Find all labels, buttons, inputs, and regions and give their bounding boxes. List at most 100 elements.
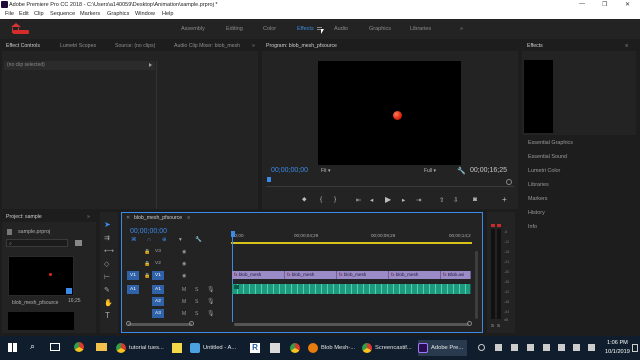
track-select-tool-icon[interactable]: ⇉	[104, 234, 110, 242]
marker-icon[interactable]: ⬥	[302, 196, 307, 204]
mute-icon[interactable]: M	[182, 287, 186, 293]
video-clip[interactable]: fx Blob.avi	[441, 271, 471, 279]
program-timecode[interactable]: 00;00;00;00	[271, 167, 308, 174]
mic-icon[interactable]: 🎙	[207, 298, 215, 305]
mute-icon[interactable]: M	[182, 299, 186, 305]
timeline-h-scrollbar[interactable]	[128, 323, 192, 326]
go-to-in-icon[interactable]: ⇤	[356, 196, 361, 204]
task-view-icon[interactable]	[50, 343, 60, 351]
menu-markers[interactable]: Markers	[80, 11, 100, 17]
chrome-icon[interactable]	[290, 343, 300, 353]
video-clip[interactable]: fx blob_mesh	[232, 271, 285, 279]
timeline-settings-icon[interactable]: 🔧	[195, 237, 202, 243]
panel-history[interactable]: History	[528, 210, 545, 216]
notification-icon[interactable]	[632, 344, 638, 352]
windows-start-icon[interactable]	[8, 343, 17, 352]
tray-icon[interactable]	[511, 344, 518, 351]
mark-in-icon[interactable]: {	[320, 196, 322, 203]
project-clip-thumbnail[interactable]	[8, 256, 74, 296]
eye-icon[interactable]: ◉	[182, 273, 186, 279]
file-explorer-icon[interactable]	[96, 343, 107, 351]
camera-icon[interactable]: ◙	[473, 196, 477, 203]
lock-icon[interactable]: 🔒	[144, 261, 150, 267]
sequence-tab[interactable]: blob_mesh_pfsource	[134, 215, 182, 221]
play-only-icon[interactable]	[149, 63, 152, 67]
solo-icon[interactable]: S	[195, 311, 198, 317]
tab-overflow[interactable]: »	[252, 43, 255, 49]
project-search-input[interactable]: ⌕	[6, 239, 68, 247]
panel-markers[interactable]: Markers	[528, 196, 547, 202]
timeline-timecode[interactable]: 00;00;00;00	[130, 228, 167, 235]
program-title[interactable]: Program: blob_mesh_pfsource	[266, 43, 337, 49]
track-scroll-handle-right[interactable]	[467, 321, 472, 326]
go-to-out-icon[interactable]: ⇥	[416, 196, 421, 204]
taskbar-app-5-active[interactable]: Adobe Pre...	[418, 340, 468, 356]
scroll-handle-left[interactable]	[126, 321, 131, 326]
workspace-libraries[interactable]: Libraries	[410, 26, 431, 32]
menu-clip[interactable]: Clip	[34, 11, 44, 17]
wrench-icon[interactable]: 🔧	[457, 167, 466, 175]
chrome-icon[interactable]	[74, 342, 84, 352]
solo-left-button[interactable]: S	[491, 323, 494, 328]
tab-audio-clip-mixer[interactable]: Audio Clip Mixer: blob_mesh	[174, 43, 240, 49]
sequence-menu-icon[interactable]: ≡	[187, 215, 190, 221]
panel-essential-sound[interactable]: Essential Sound	[528, 154, 567, 160]
solo-right-button[interactable]: S	[497, 323, 500, 328]
snap-icon[interactable]: ∩	[147, 237, 151, 243]
pen-tool-icon[interactable]: ✎	[104, 286, 110, 294]
tray-icon[interactable]	[588, 344, 595, 351]
project-second-thumbnail[interactable]	[8, 312, 74, 330]
maximize-button[interactable]: ❐	[602, 1, 607, 8]
ripple-edit-tool-icon[interactable]: ⟷	[104, 247, 114, 255]
workspace-assembly[interactable]: Assembly	[181, 26, 205, 32]
mark-out-icon[interactable]: }	[334, 196, 336, 203]
mute-icon[interactable]: M	[182, 311, 186, 317]
tab-lumetri-scopes[interactable]: Lumetri Scopes	[60, 43, 96, 49]
taskbar-app-1[interactable]: tutorial tues...	[116, 340, 164, 356]
tray-icon[interactable]	[527, 344, 534, 351]
project-title[interactable]: Project: sample	[6, 214, 42, 220]
razor-tool-icon[interactable]: ◇	[104, 260, 109, 268]
add-marker-icon[interactable]: ▾	[179, 237, 182, 243]
menu-help[interactable]: Help	[162, 11, 174, 17]
extract-icon[interactable]: ⇩	[453, 196, 458, 204]
tray-icon[interactable]	[478, 344, 485, 351]
timeline-ruler[interactable]: 00;00 00;00;04;29 00;00;09;29 00;00;14;2	[231, 231, 482, 245]
workspace-overflow[interactable]: »	[460, 26, 463, 32]
panel-info[interactable]: Info	[528, 224, 537, 230]
eye-icon[interactable]: ◉	[182, 249, 186, 255]
lock-icon[interactable]: 🔒	[144, 249, 150, 255]
hand-tool-icon[interactable]: ✋	[104, 299, 113, 307]
eye-icon[interactable]: ◉	[182, 261, 186, 267]
clock-date[interactable]: 10/1/2019	[605, 349, 630, 355]
nest-icon[interactable]: ⌘	[131, 237, 137, 243]
workspace-editing[interactable]: Editing	[226, 26, 243, 32]
menu-file[interactable]: File	[5, 11, 14, 17]
timeline-close-icon[interactable]: ✕	[126, 215, 130, 221]
sticky-notes-icon[interactable]	[172, 343, 182, 353]
playhead-marker[interactable]	[267, 177, 271, 182]
program-ruler[interactable]	[266, 177, 514, 187]
tray-icon[interactable]	[573, 344, 580, 351]
fit-dropdown[interactable]: Fit ▾	[321, 168, 330, 174]
effects-menu-icon[interactable]: ≡	[625, 43, 628, 49]
tray-icon[interactable]	[543, 344, 550, 351]
scroll-handle-right[interactable]	[189, 321, 194, 326]
video-clip[interactable]: fx blob_mesh	[285, 271, 337, 279]
mic-icon[interactable]: 🎙	[207, 310, 215, 317]
step-back-icon[interactable]: ◂	[370, 196, 373, 204]
track-v2-label[interactable]: V2	[155, 261, 161, 266]
close-button[interactable]: ✕	[625, 1, 630, 8]
tray-icon[interactable]	[558, 344, 565, 351]
slip-tool-icon[interactable]: ⊢	[104, 273, 110, 281]
video-clip[interactable]: fx blob_mesh	[337, 271, 389, 279]
workspace-effects[interactable]: Effects	[297, 26, 314, 32]
rstudio-icon[interactable]: R	[250, 343, 260, 353]
panel-lumetri-color[interactable]: Lumetri Color	[528, 168, 560, 174]
taskbar-app-4[interactable]: Screencastif...	[362, 340, 412, 356]
lock-icon[interactable]: 🔒	[144, 273, 150, 279]
add-button-icon[interactable]: +	[502, 195, 507, 204]
project-overflow[interactable]: »	[87, 214, 90, 220]
timeline-v-scrollbar[interactable]	[475, 251, 478, 319]
linked-selection-icon[interactable]: ⊕	[162, 237, 167, 243]
